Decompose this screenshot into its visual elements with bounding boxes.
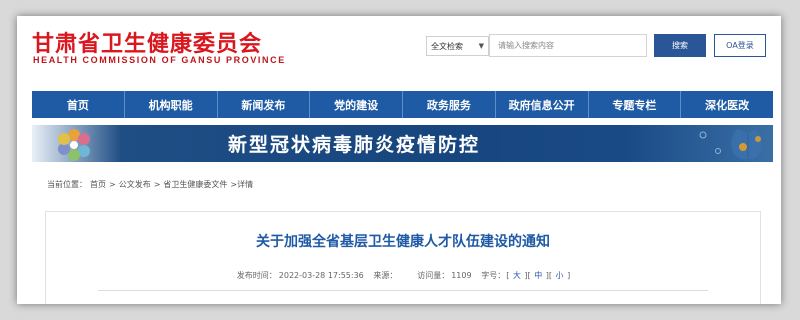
- font-size-label: 字号：: [481, 271, 506, 280]
- font-size-small-link[interactable]: 小: [556, 271, 564, 280]
- visit-count: 1109: [451, 271, 472, 280]
- main-nav: 首页 机构职能 新闻发布 党的建设 政务服务 政府信息公开 专题专栏 深化医改: [32, 91, 773, 118]
- article-panel: 关于加强全省基层卫生健康人才队伍建设的通知 发布时间： 2022-03-28 17…: [45, 211, 761, 304]
- search-scope-select[interactable]: 全文检索 ▼: [426, 36, 489, 56]
- breadcrumb-files-link[interactable]: 省卫生健康委文件: [163, 179, 227, 190]
- source-label: 来源：: [373, 271, 398, 280]
- banner-flower-icon: [58, 129, 90, 161]
- visits-label: 访问量：: [417, 271, 450, 280]
- search-placeholder: 请输入搜索内容: [498, 41, 554, 50]
- nav-item-party[interactable]: 党的建设: [310, 91, 403, 118]
- nav-item-reform[interactable]: 深化医改: [681, 91, 773, 118]
- article-divider: [98, 290, 708, 291]
- browser-page: 甘肃省卫生健康委员会 HEALTH COMMISSION OF GANSU PR…: [17, 16, 781, 304]
- breadcrumb-label: 当前位置：: [47, 180, 87, 189]
- banner-title: 新型冠状病毒肺炎疫情防控: [228, 134, 481, 156]
- publish-time: 2022-03-28 17:55:36: [278, 271, 364, 280]
- chevron-down-icon: ▼: [478, 42, 484, 50]
- search-input[interactable]: 请输入搜索内容: [489, 34, 647, 57]
- nav-item-services[interactable]: 政务服务: [403, 91, 496, 118]
- article-title: 关于加强全省基层卫生健康人才队伍建设的通知: [256, 234, 550, 250]
- article-meta: 发布时间： 2022-03-28 17:55:36 来源： 访问量： 1109 字号…: [236, 271, 571, 280]
- site-logo-subtitle: HEALTH COMMISSION OF GANSU PROVINCE: [33, 55, 286, 65]
- nav-item-topics[interactable]: 专题专栏: [589, 91, 682, 118]
- breadcrumb-current: >详情: [230, 180, 254, 189]
- search-button[interactable]: 搜索: [654, 34, 706, 57]
- nav-item-home[interactable]: 首页: [32, 91, 125, 118]
- nav-item-disclosure[interactable]: 政府信息公开: [496, 91, 589, 118]
- font-size-large-link[interactable]: 大: [513, 271, 521, 280]
- breadcrumb-docs-link[interactable]: 公文发布: [119, 179, 151, 190]
- font-size-medium-link[interactable]: 中: [534, 271, 542, 280]
- site-logo-title[interactable]: 甘肃省卫生健康委员会: [32, 26, 262, 58]
- oa-login-button[interactable]: OA登录: [714, 34, 766, 57]
- epidemic-banner[interactable]: 新型冠状病毒肺炎疫情防控: [32, 125, 773, 162]
- nav-item-news[interactable]: 新闻发布: [218, 91, 311, 118]
- publish-time-label: 发布时间：: [236, 271, 277, 280]
- breadcrumb: 当前位置： 首页 > 公文发布 > 省卫生健康委文件 >详情: [47, 179, 253, 190]
- breadcrumb-separator: >: [109, 180, 116, 189]
- search-scope-label: 全文检索: [431, 41, 463, 51]
- lungs-decoration-icon: [699, 129, 762, 159]
- breadcrumb-home-link[interactable]: 首页: [90, 179, 106, 190]
- nav-item-functions[interactable]: 机构职能: [125, 91, 218, 118]
- breadcrumb-separator: >: [153, 180, 161, 189]
